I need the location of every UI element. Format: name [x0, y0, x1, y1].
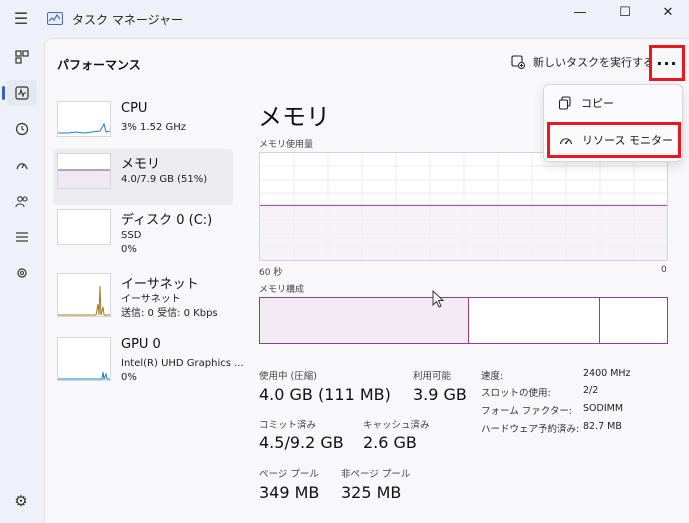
- in-use-label: 使用中 (圧縮): [259, 371, 317, 382]
- sidebar-item-cpu[interactable]: CPU 3% 1.52 GHz: [53, 97, 233, 153]
- cached-value: 2.6 GB: [363, 433, 417, 452]
- gpu-thumbnail-graph: [57, 337, 111, 381]
- window-title: タスク マネージャー: [72, 13, 183, 27]
- form-factor-label: フォーム ファクター:: [481, 406, 573, 417]
- in-use-value: 4.0 GB (111 MB): [259, 385, 391, 404]
- cached-label: キャッシュ済み: [363, 420, 430, 431]
- hardware-reserved-label: ハードウェア予約済み:: [481, 424, 580, 435]
- menu-item-copy[interactable]: コピー: [552, 89, 676, 117]
- ethernet-adapter: イーサネット: [121, 294, 181, 305]
- committed-value: 4.5/9.2 GB: [259, 433, 344, 452]
- performance-icon[interactable]: [2, 80, 37, 106]
- graph-time-right: 0: [661, 265, 667, 275]
- minimize-button[interactable]: —: [563, 4, 597, 22]
- left-navigation: ⚙: [0, 38, 44, 523]
- details-icon[interactable]: [7, 224, 37, 250]
- form-factor-value: SODIMM: [583, 403, 624, 414]
- memory-usage-graph: [259, 152, 668, 261]
- task-manager-app-icon: [47, 12, 63, 25]
- sidebar-item-detail: 4.0/7.9 GB (51%): [121, 174, 208, 185]
- composition-divider: [599, 298, 600, 343]
- new-task-button[interactable]: 新しいタスクを実行する: [511, 51, 654, 73]
- mouse-cursor-icon: [432, 290, 444, 308]
- ethernet-throughput: 送信: 0 受信: 0 Kbps: [121, 308, 218, 319]
- sidebar-item-disk[interactable]: ディスク 0 (C:) SSD 0%: [53, 205, 233, 261]
- memory-composition-label: メモリ構成: [259, 285, 305, 295]
- menu-item-label: リソース モニター: [582, 134, 673, 147]
- sidebar-item-title: メモリ: [121, 157, 161, 172]
- sidebar-item-detail: 3% 1.52 GHz: [121, 122, 187, 133]
- menu-item-resource-monitor[interactable]: リソース モニター: [547, 122, 681, 158]
- page-title: パフォーマンス: [57, 58, 141, 72]
- menu-item-label: コピー: [581, 97, 614, 110]
- sidebar-item-ethernet[interactable]: イーサネット イーサネット 送信: 0 受信: 0 Kbps: [53, 269, 233, 325]
- resource-monitor-icon: [559, 138, 573, 145]
- close-button[interactable]: ✕: [651, 4, 685, 22]
- ethernet-thumbnail-graph: [57, 273, 111, 317]
- sidebar-item-detail: SSD 0%: [121, 229, 141, 257]
- sidebar-item-memory[interactable]: メモリ 4.0/7.9 GB (51%): [53, 149, 233, 205]
- copy-icon: [558, 96, 571, 110]
- app-history-icon[interactable]: [7, 116, 37, 142]
- new-task-label: 新しいタスクを実行する: [533, 56, 654, 69]
- sidebar-item-title: ディスク 0 (C:): [121, 213, 213, 228]
- sidebar-item-detail: イーサネット 送信: 0 受信: 0 Kbps: [121, 293, 218, 321]
- memory-usage-label: メモリ使用量: [259, 140, 314, 150]
- gear-icon[interactable]: ⚙: [12, 492, 30, 510]
- cpu-thumbnail-graph: [57, 101, 111, 137]
- memory-composition-bar: [259, 297, 668, 344]
- paged-pool-label: ページ プール: [259, 469, 319, 480]
- memory-usage-area: [260, 205, 667, 260]
- speed-value: 2400 MHz: [583, 368, 631, 379]
- memory-heading: メモリ: [258, 103, 330, 131]
- users-icon[interactable]: [7, 188, 37, 214]
- sidebar-item-gpu[interactable]: GPU 0 Intel(R) UHD Graphics ... 0%: [53, 333, 244, 389]
- gpu-usage: 0%: [121, 372, 137, 383]
- sidebar-item-title: GPU 0: [121, 337, 161, 352]
- startup-apps-icon[interactable]: [7, 152, 37, 178]
- processes-icon[interactable]: [7, 44, 37, 70]
- more-options-button[interactable]: ···: [649, 45, 685, 81]
- hardware-reserved-value: 82.7 MB: [583, 421, 622, 432]
- maximize-button[interactable]: ☐: [608, 4, 642, 22]
- speed-label: 速度:: [481, 371, 504, 382]
- committed-label: コミット済み: [259, 420, 317, 431]
- slots-label: スロットの使用:: [481, 388, 551, 399]
- memory-thumbnail-graph: [57, 153, 111, 189]
- slots-value: 2/2: [583, 385, 599, 396]
- more-options-menu: コピー リソース モニター: [543, 84, 683, 162]
- new-task-icon: [511, 55, 525, 69]
- title-bar: ☰ タスク マネージャー — ☐ ✕: [0, 0, 689, 38]
- nonpaged-pool-value: 325 MB: [341, 483, 402, 502]
- available-value: 3.9 GB: [413, 385, 467, 404]
- sidebar-item-title: CPU: [121, 101, 148, 116]
- hamburger-menu-icon[interactable]: ☰: [12, 10, 30, 28]
- sidebar-item-title: イーサネット: [121, 277, 199, 292]
- nonpaged-pool-label: 非ページ プール: [341, 469, 411, 480]
- available-label: 利用可能: [413, 371, 452, 382]
- graph-time-left: 60 秒: [259, 268, 283, 278]
- gpu-model: Intel(R) UHD Graphics ...: [121, 358, 244, 369]
- sidebar-item-detail: Intel(R) UHD Graphics ... 0%: [121, 357, 244, 385]
- disk-usage: 0%: [121, 244, 137, 255]
- paged-pool-value: 349 MB: [259, 483, 320, 502]
- disk-type: SSD: [121, 230, 142, 241]
- disk-thumbnail-graph: [57, 209, 111, 245]
- services-icon[interactable]: [7, 260, 37, 286]
